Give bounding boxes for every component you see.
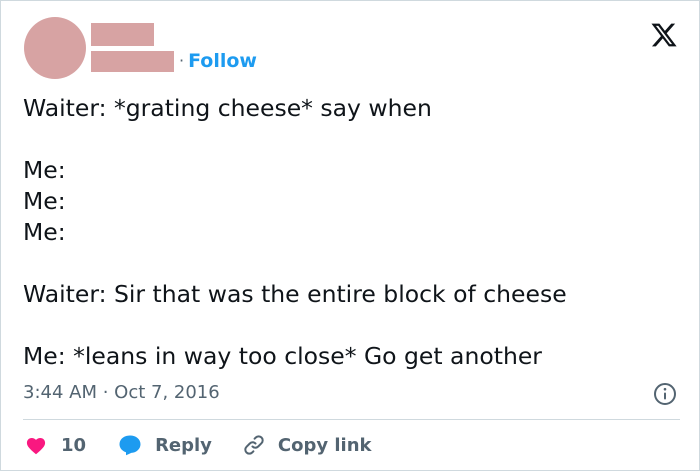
divider	[23, 419, 680, 420]
x-logo-icon[interactable]	[649, 21, 679, 49]
speech-bubble-icon	[119, 435, 141, 456]
action-bar: 10 Reply Copy link	[25, 429, 372, 461]
copy-link-button[interactable]: Copy link	[242, 433, 372, 457]
follow-label: Follow	[188, 50, 257, 72]
tweet-line: Me:	[23, 218, 66, 246]
tweet-card: · Follow Waiter: *grating cheese* say wh…	[0, 0, 700, 471]
redacted-username[interactable]	[91, 51, 174, 72]
tweet-line: Me:	[23, 156, 66, 184]
link-icon	[244, 435, 264, 455]
copy-link-label: Copy link	[277, 434, 372, 456]
tweet-timestamp[interactable]: 3:44 AM · Oct 7, 2016	[23, 381, 220, 405]
like-button[interactable]: 10	[25, 435, 86, 456]
info-icon[interactable]	[653, 382, 677, 406]
tweet-line: Me:	[23, 187, 66, 215]
redacted-display-name[interactable]	[91, 23, 154, 46]
reply-button[interactable]: Reply	[118, 434, 212, 456]
follow-button[interactable]: · Follow	[179, 49, 257, 73]
tweet-line: Me: *leans in way too close* Go get anot…	[23, 342, 542, 370]
heart-icon	[26, 438, 46, 455]
tweet-line: Waiter: Sir that was the entire block of…	[23, 280, 567, 308]
tweet-text: Waiter: *grating cheese* say when Me: Me…	[23, 93, 683, 372]
follow-separator: ·	[179, 51, 185, 70]
avatar[interactable]	[24, 17, 86, 79]
like-count: 10	[61, 434, 87, 456]
reply-label: Reply	[155, 434, 212, 456]
tweet-line: Waiter: *grating cheese* say when	[23, 94, 432, 122]
